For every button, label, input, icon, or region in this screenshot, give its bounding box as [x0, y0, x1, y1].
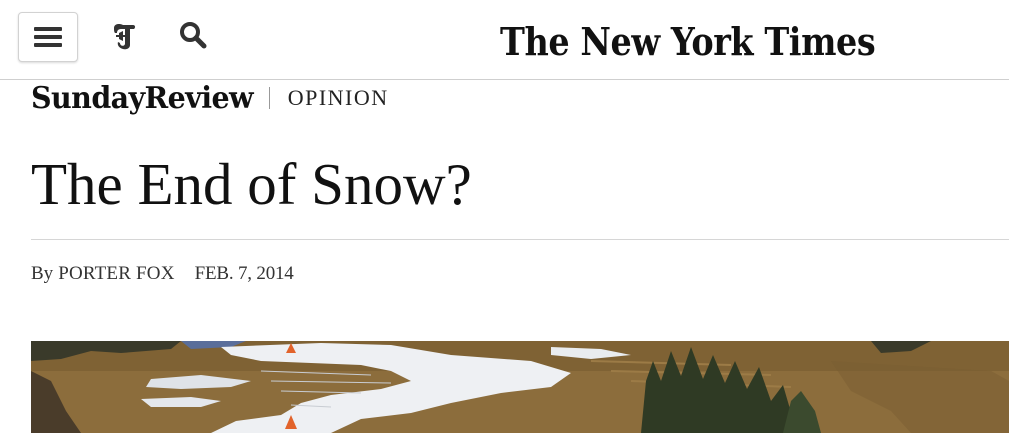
byline-prefix: By — [31, 263, 54, 284]
byline: By PORTER FOX FEB. 7, 2014 — [31, 260, 294, 288]
section-header: SundayReview OPINION — [31, 78, 389, 118]
masthead: The New York Times — [0, 0, 1009, 80]
hamburger-menu-icon — [34, 26, 62, 48]
section-name[interactable]: SundayReview — [31, 81, 254, 116]
lead-photo — [31, 341, 1009, 433]
search-icon — [179, 21, 207, 54]
menu-button[interactable] — [18, 12, 78, 62]
section-kicker[interactable]: OPINION — [288, 85, 389, 111]
nyt-home-link[interactable] — [108, 20, 140, 56]
headline-divider — [31, 239, 1009, 240]
nyt-wordmark[interactable]: The New York Times — [500, 16, 876, 68]
article-headline: The End of Snow? — [31, 151, 472, 217]
byline-author[interactable]: PORTER FOX — [58, 263, 174, 285]
nyt-t-logo-icon — [111, 21, 137, 56]
search-button[interactable] — [176, 20, 210, 54]
publish-date: FEB. 7, 2014 — [194, 263, 294, 284]
section-divider — [268, 87, 270, 109]
